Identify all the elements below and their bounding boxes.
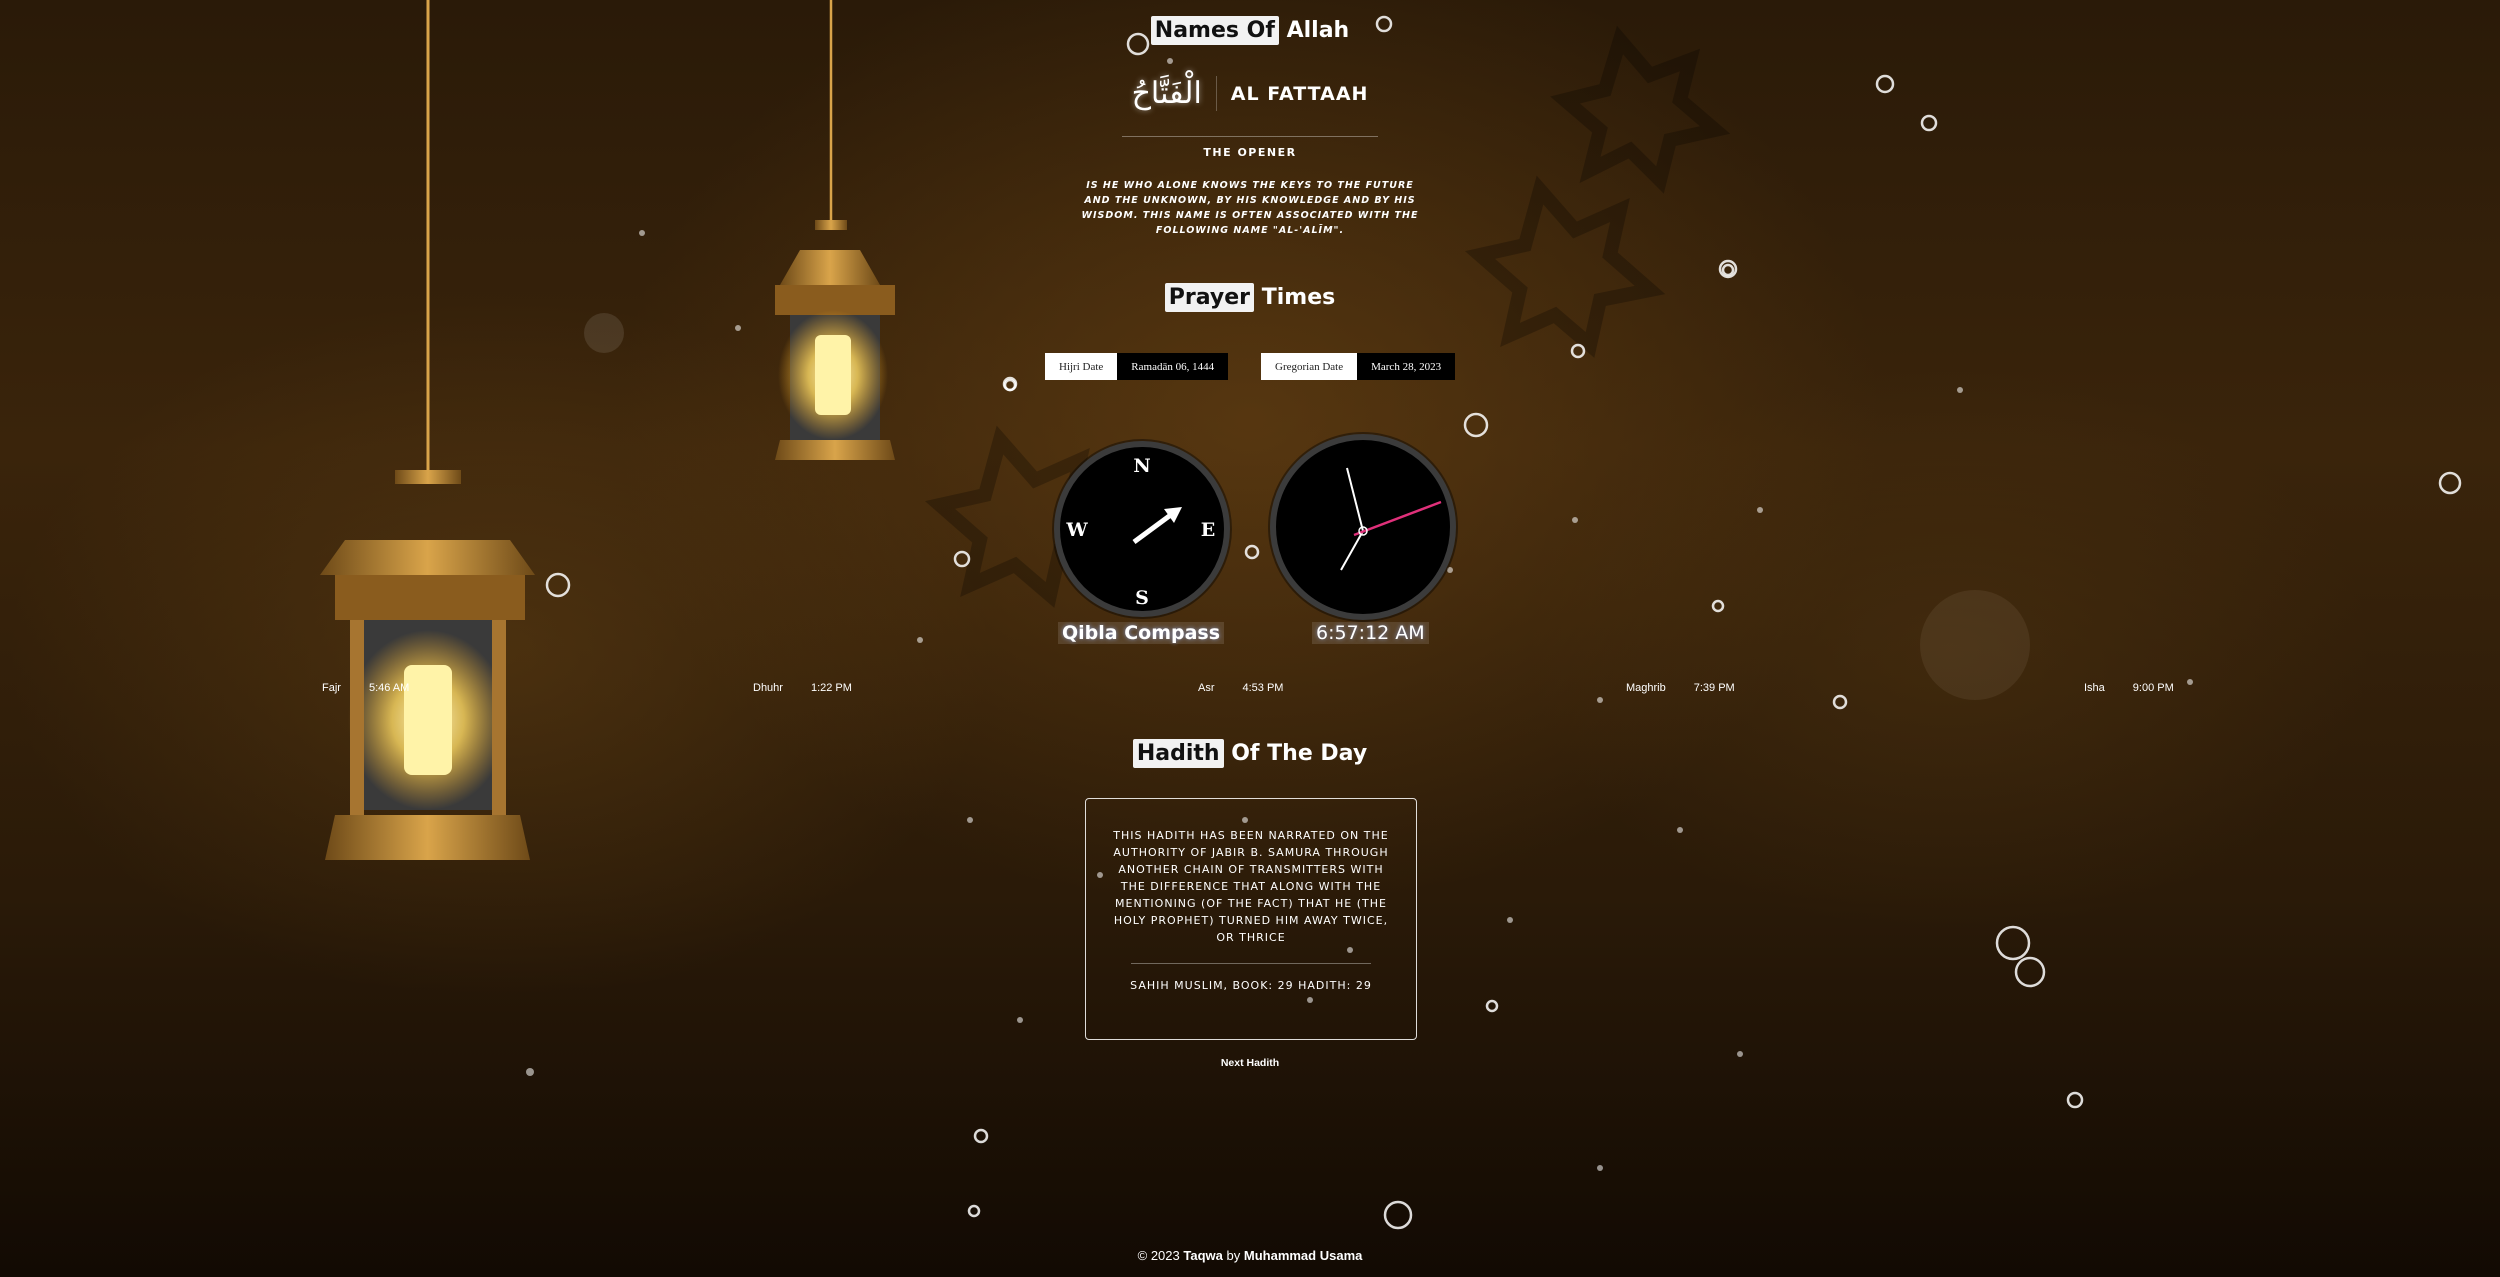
clock-minute-hand: [1340, 530, 1364, 571]
prayer-name: Isha: [2084, 682, 2105, 694]
prayer-title: Prayer Times: [0, 283, 2500, 312]
footer-brand[interactable]: Taqwa: [1183, 1248, 1223, 1263]
compass-north: N: [1133, 455, 1150, 477]
prayer-time: 7:39 PM: [1693, 682, 1735, 694]
name-meaning: THE OPENER: [1203, 146, 1297, 159]
divine-name: الْفَتَّاحُ AL FATTAAH: [0, 76, 2500, 111]
footer: © 2023 Taqwa by Muhammad Usama: [0, 1248, 2500, 1263]
prayer-name: Asr: [1198, 682, 1215, 694]
qibla-arrow-icon: [1132, 507, 1182, 545]
hadith-title-highlight: Hadith: [1132, 739, 1224, 768]
prayer-maghrib: Maghrib 7:39 PM: [1626, 682, 1735, 694]
prayer-time: 5:46 AM: [368, 682, 410, 694]
hadith-card: THIS HADITH HAS BEEN NARRATED ON THE AUT…: [1085, 798, 1417, 1040]
prayer-title-highlight: Prayer: [1164, 283, 1255, 312]
prayer-isha: Isha 9:00 PM: [2084, 682, 2174, 694]
analog-clock: [1270, 434, 1456, 620]
prayer-title-rest: Times: [1261, 285, 1336, 310]
name-description: IS HE WHO ALONE KNOWS THE KEYS TO THE FU…: [1081, 180, 1419, 236]
hadith-title-rest: Of The Day: [1231, 741, 1368, 766]
qibla-compass-label: Qibla Compass: [1058, 622, 1225, 644]
footer-author[interactable]: Muhammad Usama: [1244, 1248, 1362, 1263]
hijri-date-value: Ramadān 06, 1444: [1117, 353, 1229, 380]
compass-east: E: [1201, 519, 1215, 541]
names-divider: [1122, 136, 1378, 137]
compass-west: W: [1065, 519, 1088, 541]
hadith-divider: [1131, 963, 1371, 964]
prayer-dhuhr: Dhuhr 1:22 PM: [753, 682, 852, 694]
names-title: Names Of Allah: [0, 16, 2500, 45]
next-hadith-label[interactable]: Next Hadith: [1221, 1057, 1279, 1069]
transliteration: AL FATTAAH: [1230, 82, 1369, 105]
prayer-fajr: Fajr 5:46 AM: [322, 682, 409, 694]
clock-hour-hand: [1346, 467, 1364, 532]
next-hadith-button[interactable]: Next Hadith: [0, 1057, 2500, 1069]
prayer-time: 4:53 PM: [1242, 682, 1284, 694]
prayer-time: 9:00 PM: [2132, 682, 2174, 694]
compass-face: N E S W: [1065, 455, 1215, 609]
hijri-date: Hijri Date Ramadān 06, 1444: [1045, 353, 1229, 380]
names-title-rest: Allah: [1286, 18, 1350, 43]
prayer-name: Maghrib: [1626, 682, 1666, 694]
prayer-asr: Asr 4:53 PM: [1198, 682, 1283, 694]
footer-copyright: © 2023: [1137, 1248, 1180, 1263]
names-title-highlight: Names Of: [1150, 16, 1279, 45]
arabic-name: الْفَتَّاحُ: [1132, 76, 1217, 111]
lantern-left: [320, 470, 535, 860]
prayer-name: Dhuhr: [753, 682, 783, 694]
digital-clock: 6:57:12 AM: [1312, 622, 1429, 644]
qibla-compass: N E S W: [1054, 441, 1230, 617]
hadith-text: THIS HADITH HAS BEEN NARRATED ON THE AUT…: [1113, 829, 1389, 944]
hadith-reference: SAHIH MUSLIM, BOOK: 29 HADITH: 29: [1130, 979, 1372, 992]
gregorian-date: Gregorian Date March 28, 2023: [1261, 353, 1456, 380]
prayer-time: 1:22 PM: [810, 682, 852, 694]
hadith-title: Hadith Of The Day: [0, 739, 2500, 768]
compass-south: S: [1135, 587, 1149, 609]
gregorian-date-value: March 28, 2023: [1357, 353, 1456, 380]
footer-by: by: [1226, 1248, 1241, 1263]
gregorian-date-label: Gregorian Date: [1261, 353, 1358, 380]
lantern-right: [775, 220, 895, 460]
clock-face: [1340, 467, 1442, 571]
hijri-date-label: Hijri Date: [1045, 353, 1118, 380]
prayer-name: Fajr: [322, 682, 341, 694]
